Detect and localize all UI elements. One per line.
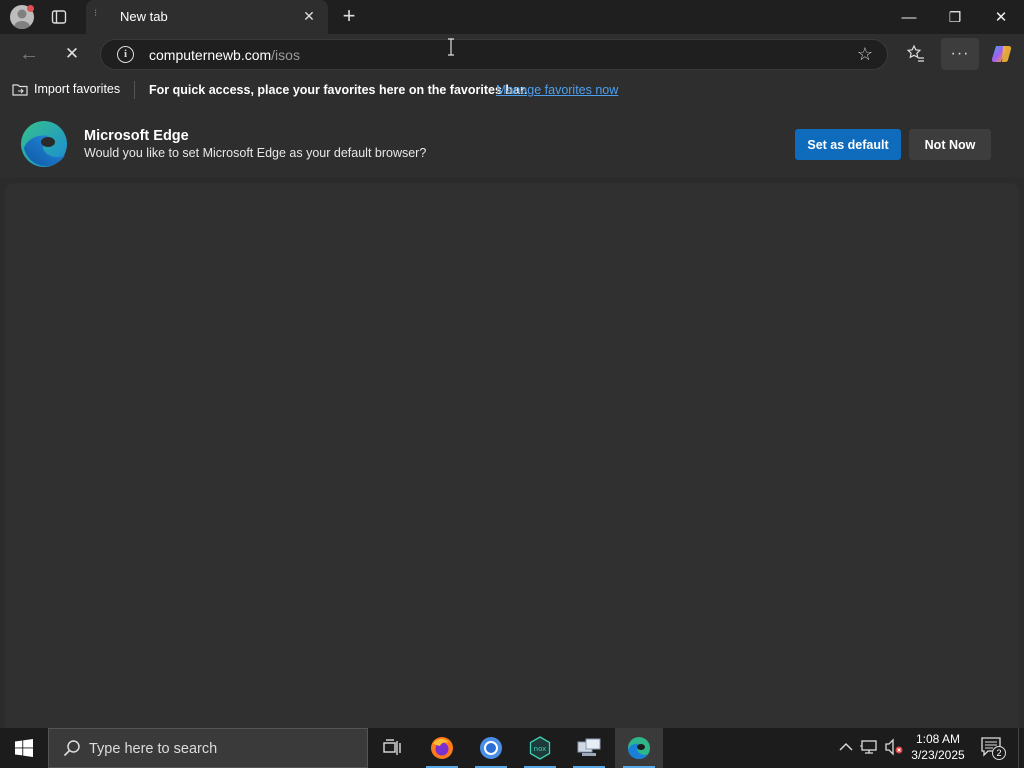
svg-text:nox: nox — [534, 745, 547, 753]
new-tab-button[interactable]: + — [338, 4, 360, 28]
address-url[interactable]: computernewb.com/isos — [149, 47, 300, 63]
favorites-divider — [134, 81, 135, 99]
task-view-icon — [383, 739, 401, 755]
default-browser-banner: Microsoft Edge Would you like to set Mic… — [0, 106, 1024, 178]
import-favorites-label: Import favorites — [34, 82, 121, 96]
profile-badge — [27, 5, 34, 12]
favorites-hint-text: For quick access, place your favorites h… — [149, 83, 528, 97]
favorites-bar: Import favorites For quick access, place… — [0, 74, 1024, 106]
site-info-icon[interactable]: i — [117, 46, 134, 63]
favorites-button[interactable] — [902, 34, 930, 74]
edge-logo-icon — [21, 121, 67, 167]
url-host: computernewb.com — [149, 47, 272, 63]
firefox-icon — [431, 737, 453, 759]
tab-close-button[interactable]: ✕ — [300, 8, 318, 25]
close-window-button[interactable]: ✕ — [978, 0, 1024, 34]
not-now-button[interactable]: Not Now — [909, 129, 991, 160]
tab-new-tab[interactable]: ⁝ New tab ✕ — [86, 0, 328, 34]
back-button[interactable]: ← — [14, 34, 44, 74]
chevron-up-icon — [839, 743, 853, 751]
start-button[interactable] — [0, 728, 48, 768]
edge-icon — [628, 737, 650, 759]
title-bar: ⁝ New tab ✕ + — ❐ ✕ — [0, 0, 1024, 34]
notification-center-button[interactable]: 2 — [980, 736, 1006, 760]
stop-loading-button[interactable]: ✕ — [58, 34, 86, 74]
show-hidden-icons-button[interactable] — [836, 739, 856, 757]
taskbar-clock[interactable]: 1:08 AM 3/23/2025 — [908, 731, 968, 763]
url-path: /isos — [271, 47, 300, 63]
clock-time: 1:08 AM — [915, 732, 961, 746]
taskbar-network-app[interactable] — [565, 728, 613, 768]
taskbar-vpn-app[interactable]: nox — [516, 728, 564, 768]
notification-count-badge: 2 — [992, 746, 1006, 760]
windows-logo-icon — [15, 739, 33, 757]
network-computers-icon — [577, 738, 601, 756]
hexagon-app-icon: nox — [529, 736, 551, 760]
manage-favorites-link[interactable]: Manage favorites now — [496, 83, 618, 97]
taskbar-chrome[interactable] — [467, 728, 515, 768]
show-desktop-button[interactable] — [1018, 728, 1024, 768]
copilot-icon — [991, 46, 1012, 62]
import-folder-icon — [12, 84, 28, 96]
speaker-muted-icon — [885, 738, 903, 756]
taskbar-firefox[interactable] — [418, 728, 466, 768]
volume-button[interactable] — [884, 738, 906, 758]
import-favorites-button[interactable]: Import favorites — [12, 82, 120, 96]
add-favorite-star-icon[interactable]: ☆ — [857, 44, 873, 65]
copilot-button[interactable] — [988, 34, 1016, 74]
taskbar: Type here to search nox 1:08 AM 3/23/202… — [0, 728, 1024, 768]
tab-drag-handle-icon: ⁝ — [94, 8, 98, 19]
set-as-default-button[interactable]: Set as default — [795, 129, 901, 160]
search-placeholder: Type here to search — [89, 741, 218, 757]
taskbar-edge[interactable] — [615, 728, 663, 768]
task-view-button[interactable] — [368, 728, 416, 768]
network-icon — [860, 740, 877, 754]
text-cursor-icon — [446, 38, 456, 56]
settings-more-button[interactable]: ··· — [941, 38, 979, 70]
tab-actions-icon — [51, 10, 67, 24]
restore-button[interactable]: ❐ — [932, 0, 978, 34]
tab-title: New tab — [120, 9, 168, 24]
search-icon — [63, 740, 80, 757]
address-bar[interactable]: i computernewb.com/isos ☆ — [100, 39, 888, 70]
clock-date: 3/23/2025 — [911, 748, 965, 762]
banner-title: Microsoft Edge — [84, 128, 189, 144]
banner-subtitle: Would you like to set Microsoft Edge as … — [84, 146, 427, 160]
tab-actions-button[interactable] — [50, 8, 68, 26]
network-status-button[interactable] — [860, 738, 882, 758]
taskbar-search-box[interactable]: Type here to search — [48, 728, 368, 768]
favorites-icon — [906, 44, 924, 62]
page-content-area[interactable] — [5, 183, 1019, 728]
minimize-button[interactable]: — — [886, 0, 932, 34]
chrome-icon — [480, 737, 502, 759]
